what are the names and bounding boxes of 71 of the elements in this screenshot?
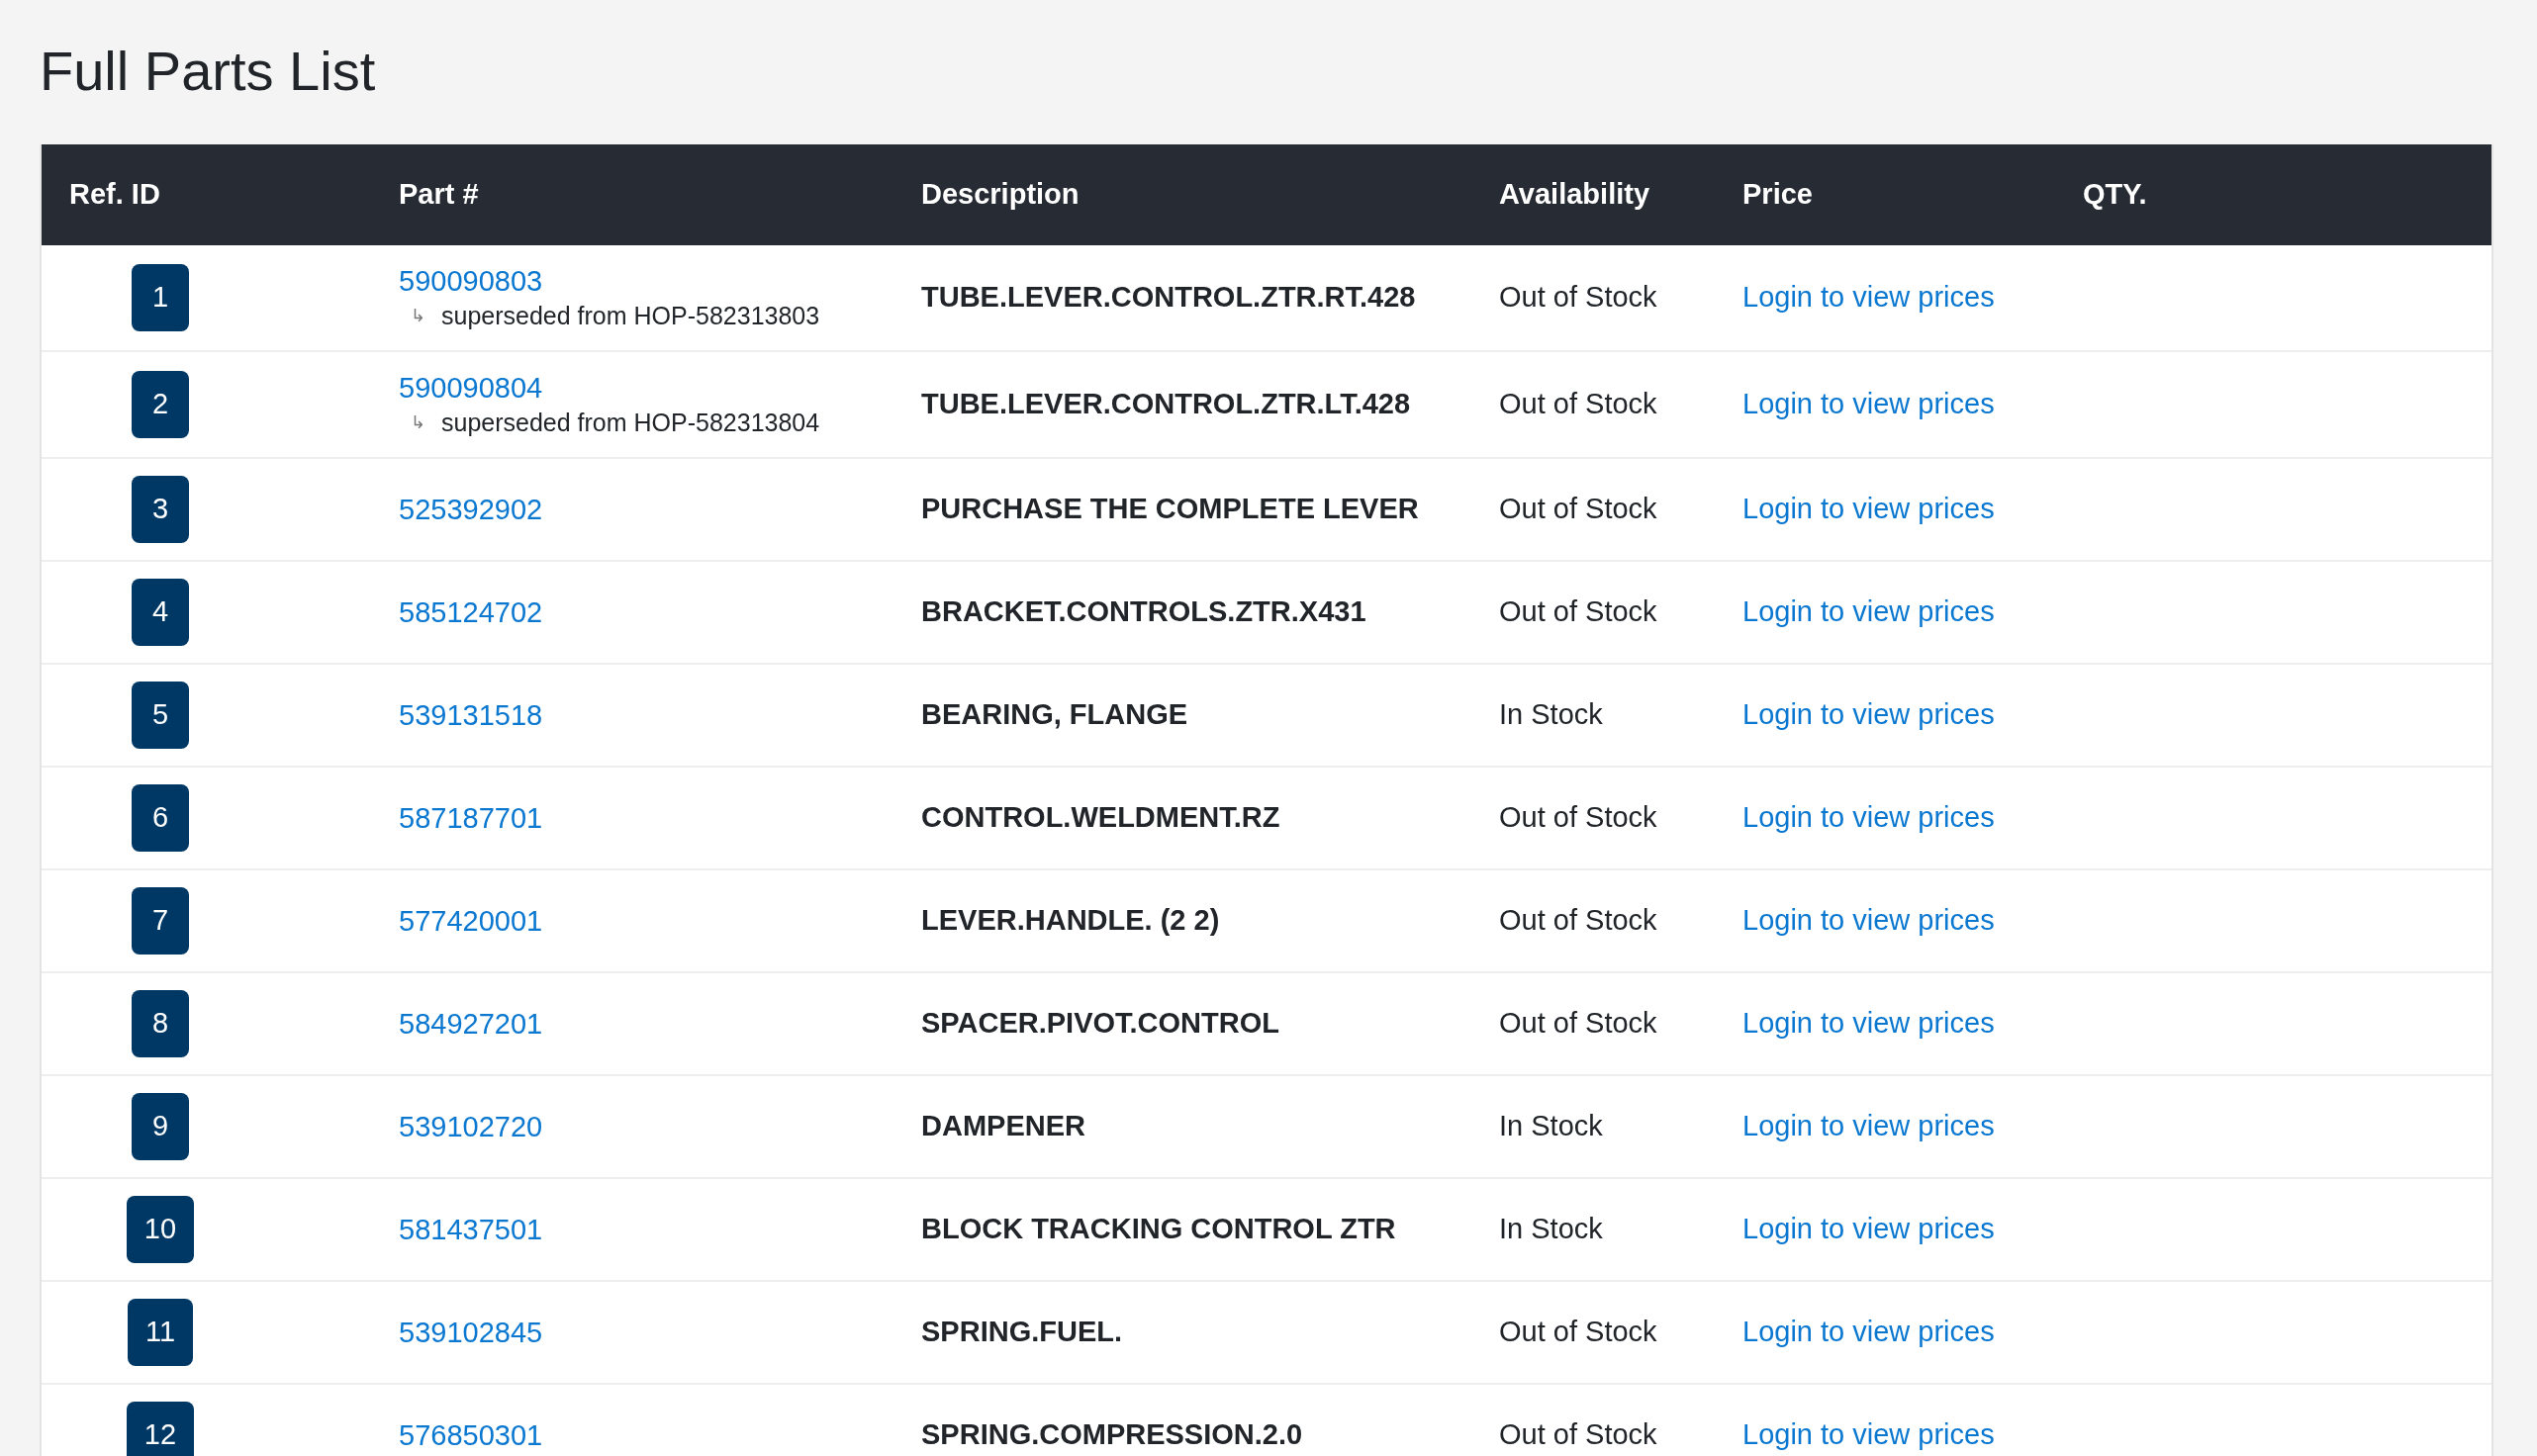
column-header: Price <box>1741 177 1814 213</box>
availability-status: Out of Stock <box>1499 281 1657 314</box>
superseded-note: superseded from HOP-582313804 <box>441 408 820 438</box>
ref-id-badge: 8 <box>132 990 189 1057</box>
availability-status: Out of Stock <box>1499 388 1657 420</box>
login-link[interactable]: Login to view prices <box>1742 698 1995 731</box>
part-description: SPACER.PIVOT.CONTROL <box>921 1007 1279 1040</box>
page-title: Full Parts List <box>40 39 377 104</box>
ref-id-badge: 3 <box>132 476 189 543</box>
login-link[interactable]: Login to view prices <box>1742 1110 1995 1142</box>
login-link[interactable]: Login to view prices <box>1742 1213 1995 1245</box>
part-description: BEARING, FLANGE <box>921 698 1188 731</box>
availability-status: Out of Stock <box>1499 1418 1657 1451</box>
return-arrow-icon: ↳ <box>411 409 425 436</box>
part-number-link[interactable]: 581437501 <box>399 1212 543 1247</box>
availability-status: In Stock <box>1499 1110 1603 1142</box>
ref-id-badge: 6 <box>132 784 189 852</box>
part-description: LEVER.HANDLE. (2 2) <box>921 904 1220 937</box>
login-link[interactable]: Login to view prices <box>1742 493 1995 525</box>
part-number-link[interactable]: 584927201 <box>399 1006 543 1042</box>
login-link[interactable]: Login to view prices <box>1742 1007 1995 1040</box>
availability-status: Out of Stock <box>1499 801 1657 834</box>
availability-status: Out of Stock <box>1499 1316 1657 1348</box>
ref-id-badge: 11 <box>127 1299 194 1366</box>
availability-status: Out of Stock <box>1499 595 1657 628</box>
part-description: SPRING.FUEL. <box>921 1316 1122 1348</box>
ref-id-badge: 4 <box>132 579 189 646</box>
column-header: QTY. <box>2082 177 2148 213</box>
part-number-link[interactable]: 576850301 <box>399 1417 543 1453</box>
part-description: BLOCK TRACKING CONTROL ZTR <box>921 1213 1396 1245</box>
column-header: Part # <box>398 177 480 213</box>
login-link[interactable]: Login to view prices <box>1742 1316 1995 1348</box>
login-link[interactable]: Login to view prices <box>1742 595 1995 628</box>
availability-status: Out of Stock <box>1499 493 1657 525</box>
part-description: DAMPENER <box>921 1110 1085 1142</box>
part-number-link[interactable]: 539102845 <box>399 1315 543 1350</box>
part-description: CONTROL.WELDMENT.RZ <box>921 801 1280 834</box>
login-link[interactable]: Login to view prices <box>1742 1418 1995 1451</box>
part-number-link[interactable]: 587187701 <box>399 800 543 836</box>
login-link[interactable]: Login to view prices <box>1742 388 1995 420</box>
login-link[interactable]: Login to view prices <box>1742 281 1995 314</box>
ref-id-badge: 7 <box>132 887 189 955</box>
availability-status: In Stock <box>1499 1213 1603 1245</box>
availability-status: Out of Stock <box>1499 1007 1657 1040</box>
login-link[interactable]: Login to view prices <box>1742 801 1995 834</box>
part-description: TUBE.LEVER.CONTROL.ZTR.LT.428 <box>921 388 1411 420</box>
part-number-link[interactable]: 577420001 <box>399 903 543 939</box>
part-description: PURCHASE THE COMPLETE LEVER <box>921 493 1419 525</box>
ref-id-badge: 9 <box>132 1093 189 1160</box>
part-number-link[interactable]: 590090803 <box>399 263 543 299</box>
part-description: SPRING.COMPRESSION.2.0 <box>921 1418 1303 1451</box>
column-header: Availability <box>1498 177 1651 213</box>
part-description: BRACKET.CONTROLS.ZTR.X431 <box>921 595 1366 628</box>
ref-id-badge: 5 <box>132 682 189 749</box>
part-number-link[interactable]: 539102720 <box>399 1109 543 1144</box>
login-link[interactable]: Login to view prices <box>1742 904 1995 937</box>
part-number-link[interactable]: 590090804 <box>399 370 543 406</box>
ref-id-badge: 12 <box>126 1402 195 1456</box>
column-header: Description <box>920 177 1081 213</box>
column-header: Ref. ID <box>68 177 161 213</box>
part-description: TUBE.LEVER.CONTROL.ZTR.RT.428 <box>921 281 1416 314</box>
ref-id-badge: 1 <box>132 264 189 331</box>
ref-id-badge: 2 <box>132 371 189 438</box>
superseded-note: superseded from HOP-582313803 <box>441 301 820 331</box>
part-number-link[interactable]: 539131518 <box>399 697 543 733</box>
availability-status: In Stock <box>1499 698 1603 731</box>
return-arrow-icon: ↳ <box>411 302 425 329</box>
part-number-link[interactable]: 525392902 <box>399 492 543 527</box>
part-number-link[interactable]: 585124702 <box>399 594 543 630</box>
ref-id-badge: 10 <box>126 1196 195 1263</box>
availability-status: Out of Stock <box>1499 904 1657 937</box>
